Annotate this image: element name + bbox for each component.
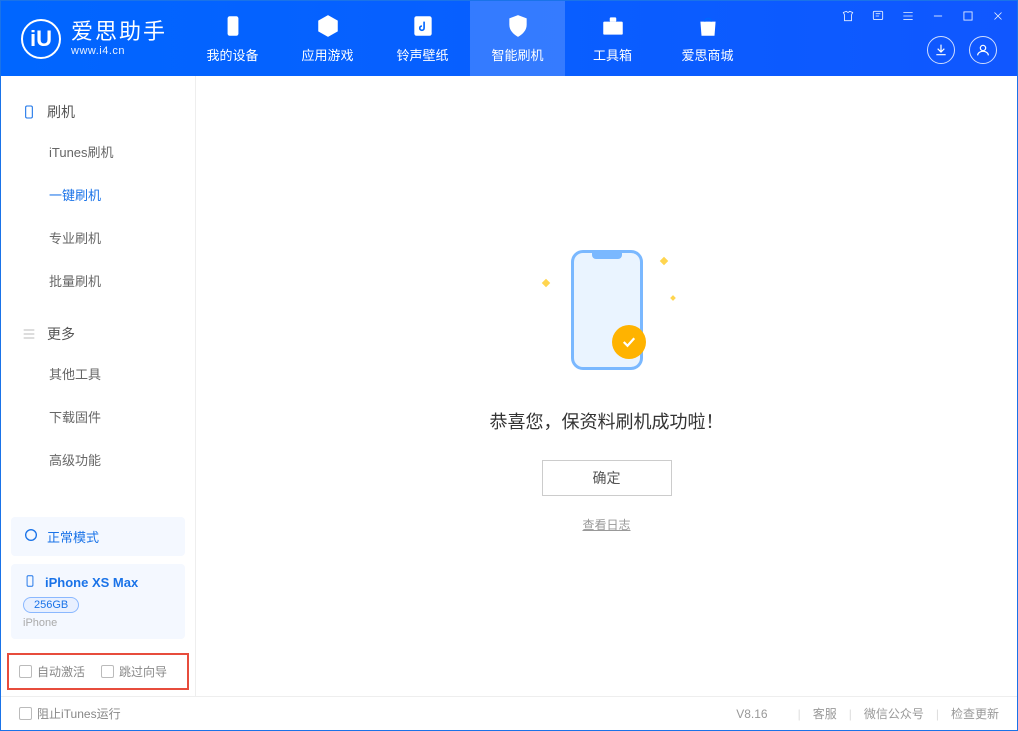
phone-notch-icon (592, 253, 622, 259)
device-name: iPhone XS Max (45, 575, 138, 590)
close-icon[interactable] (989, 7, 1007, 25)
app-title: 爱思助手 (71, 20, 167, 44)
sync-icon (23, 527, 39, 546)
tab-my-device[interactable]: 我的设备 (185, 1, 280, 76)
sidebar-item-pro-flash[interactable]: 专业刷机 (1, 216, 195, 259)
device-panel: 正常模式 iPhone XS Max 256GB iPhone (1, 507, 195, 653)
checkbox-icon (101, 665, 114, 678)
header-right-buttons (927, 36, 997, 64)
feedback-icon[interactable] (869, 7, 887, 25)
tab-smart-flash[interactable]: 智能刷机 (470, 1, 565, 76)
version-label: V8.16 (736, 707, 767, 721)
account-button[interactable] (969, 36, 997, 64)
checkbox-block-itunes[interactable]: 阻止iTunes运行 (19, 705, 121, 722)
checkbox-label: 跳过向导 (119, 663, 167, 680)
ok-button[interactable]: 确定 (542, 460, 672, 496)
sidebar-item-download-firmware[interactable]: 下载固件 (1, 395, 195, 438)
footer: 阻止iTunes运行 V8.16 | 客服 | 微信公众号 | 检查更新 (1, 696, 1017, 730)
sidebar-item-advanced[interactable]: 高级功能 (1, 438, 195, 481)
menu-icon[interactable] (899, 7, 917, 25)
body: 刷机 iTunes刷机 一键刷机 专业刷机 批量刷机 更多 其他工具 下载固件 … (1, 76, 1017, 696)
sidebar-group-title: 刷机 (47, 102, 75, 122)
check-badge-icon (612, 325, 646, 359)
cube-icon (315, 13, 341, 39)
app-url: www.i4.cn (71, 45, 167, 57)
device-mode-box[interactable]: 正常模式 (11, 517, 185, 556)
app-window: iU 爱思助手 www.i4.cn 我的设备 应用游戏 铃声壁纸 智能刷机 (0, 0, 1018, 731)
download-button[interactable] (927, 36, 955, 64)
sidebar-group-flash: 刷机 (1, 94, 195, 130)
sidebar-item-itunes-flash[interactable]: iTunes刷机 (1, 130, 195, 173)
divider: | (936, 707, 939, 721)
sidebar-scroll: 刷机 iTunes刷机 一键刷机 专业刷机 批量刷机 更多 其他工具 下载固件 … (1, 76, 195, 507)
logo-text: 爱思助手 www.i4.cn (71, 20, 167, 56)
tab-apps-games[interactable]: 应用游戏 (280, 1, 375, 76)
tab-label: 我的设备 (207, 45, 259, 64)
sidebar-item-other-tools[interactable]: 其他工具 (1, 352, 195, 395)
list-icon (21, 326, 37, 342)
checkbox-icon (19, 707, 32, 720)
tab-toolbox[interactable]: 工具箱 (565, 1, 660, 76)
phone-small-icon (23, 574, 37, 591)
view-log-link[interactable]: 查看日志 (582, 516, 630, 533)
device-name-row: iPhone XS Max (23, 574, 173, 591)
device-mode: 正常模式 (47, 527, 99, 546)
app-logo-icon: iU (21, 19, 61, 59)
minimize-icon[interactable] (929, 7, 947, 25)
footer-left: 阻止iTunes运行 (19, 705, 121, 722)
main-content: 恭喜您，保资料刷机成功啦！ 确定 查看日志 (196, 76, 1017, 696)
tab-label: 工具箱 (593, 45, 632, 64)
support-link[interactable]: 客服 (813, 705, 837, 722)
device-icon (220, 13, 246, 39)
phone-outline-icon (21, 104, 37, 120)
checkbox-auto-activate[interactable]: 自动激活 (19, 663, 85, 680)
sidebar-group-more: 更多 (1, 316, 195, 352)
sidebar-group-title: 更多 (47, 324, 75, 344)
sidebar-item-batch-flash[interactable]: 批量刷机 (1, 259, 195, 302)
maximize-icon[interactable] (959, 7, 977, 25)
tab-label: 智能刷机 (492, 45, 544, 64)
highlighted-checkbox-row: 自动激活 跳过向导 (7, 653, 189, 690)
checkbox-label: 自动激活 (37, 663, 85, 680)
shield-sync-icon (505, 13, 531, 39)
sidebar-item-onekey-flash[interactable]: 一键刷机 (1, 173, 195, 216)
check-update-link[interactable]: 检查更新 (951, 705, 999, 722)
checkbox-skip-guide[interactable]: 跳过向导 (101, 663, 167, 680)
tshirt-icon[interactable] (839, 7, 857, 25)
sparkle-icon (670, 295, 676, 301)
footer-right: V8.16 | 客服 | 微信公众号 | 检查更新 (736, 705, 999, 722)
success-illustration (537, 240, 677, 380)
music-note-icon (410, 13, 436, 39)
device-info-box[interactable]: iPhone XS Max 256GB iPhone (11, 564, 185, 639)
checkbox-label: 阻止iTunes运行 (37, 705, 121, 722)
divider: | (849, 707, 852, 721)
top-tabs: 我的设备 应用游戏 铃声壁纸 智能刷机 工具箱 爱思商城 (185, 1, 755, 76)
divider: | (798, 707, 801, 721)
device-type: iPhone (23, 617, 173, 629)
checkbox-icon (19, 665, 32, 678)
phone-illustration-icon (571, 250, 643, 370)
bag-icon (695, 13, 721, 39)
briefcase-icon (600, 13, 626, 39)
tab-store[interactable]: 爱思商城 (660, 1, 755, 76)
sparkle-icon (541, 278, 549, 286)
tab-label: 铃声壁纸 (397, 45, 449, 64)
device-storage: 256GB (23, 597, 79, 613)
tab-label: 爱思商城 (682, 45, 734, 64)
sidebar: 刷机 iTunes刷机 一键刷机 专业刷机 批量刷机 更多 其他工具 下载固件 … (1, 76, 196, 696)
header: iU 爱思助手 www.i4.cn 我的设备 应用游戏 铃声壁纸 智能刷机 (1, 1, 1017, 76)
window-controls (839, 7, 1007, 25)
sparkle-icon (659, 256, 667, 264)
tab-ringtones-wallpapers[interactable]: 铃声壁纸 (375, 1, 470, 76)
tab-label: 应用游戏 (302, 45, 354, 64)
wechat-link[interactable]: 微信公众号 (864, 705, 924, 722)
logo-area: iU 爱思助手 www.i4.cn (1, 1, 185, 76)
success-message: 恭喜您，保资料刷机成功啦！ (490, 408, 724, 434)
